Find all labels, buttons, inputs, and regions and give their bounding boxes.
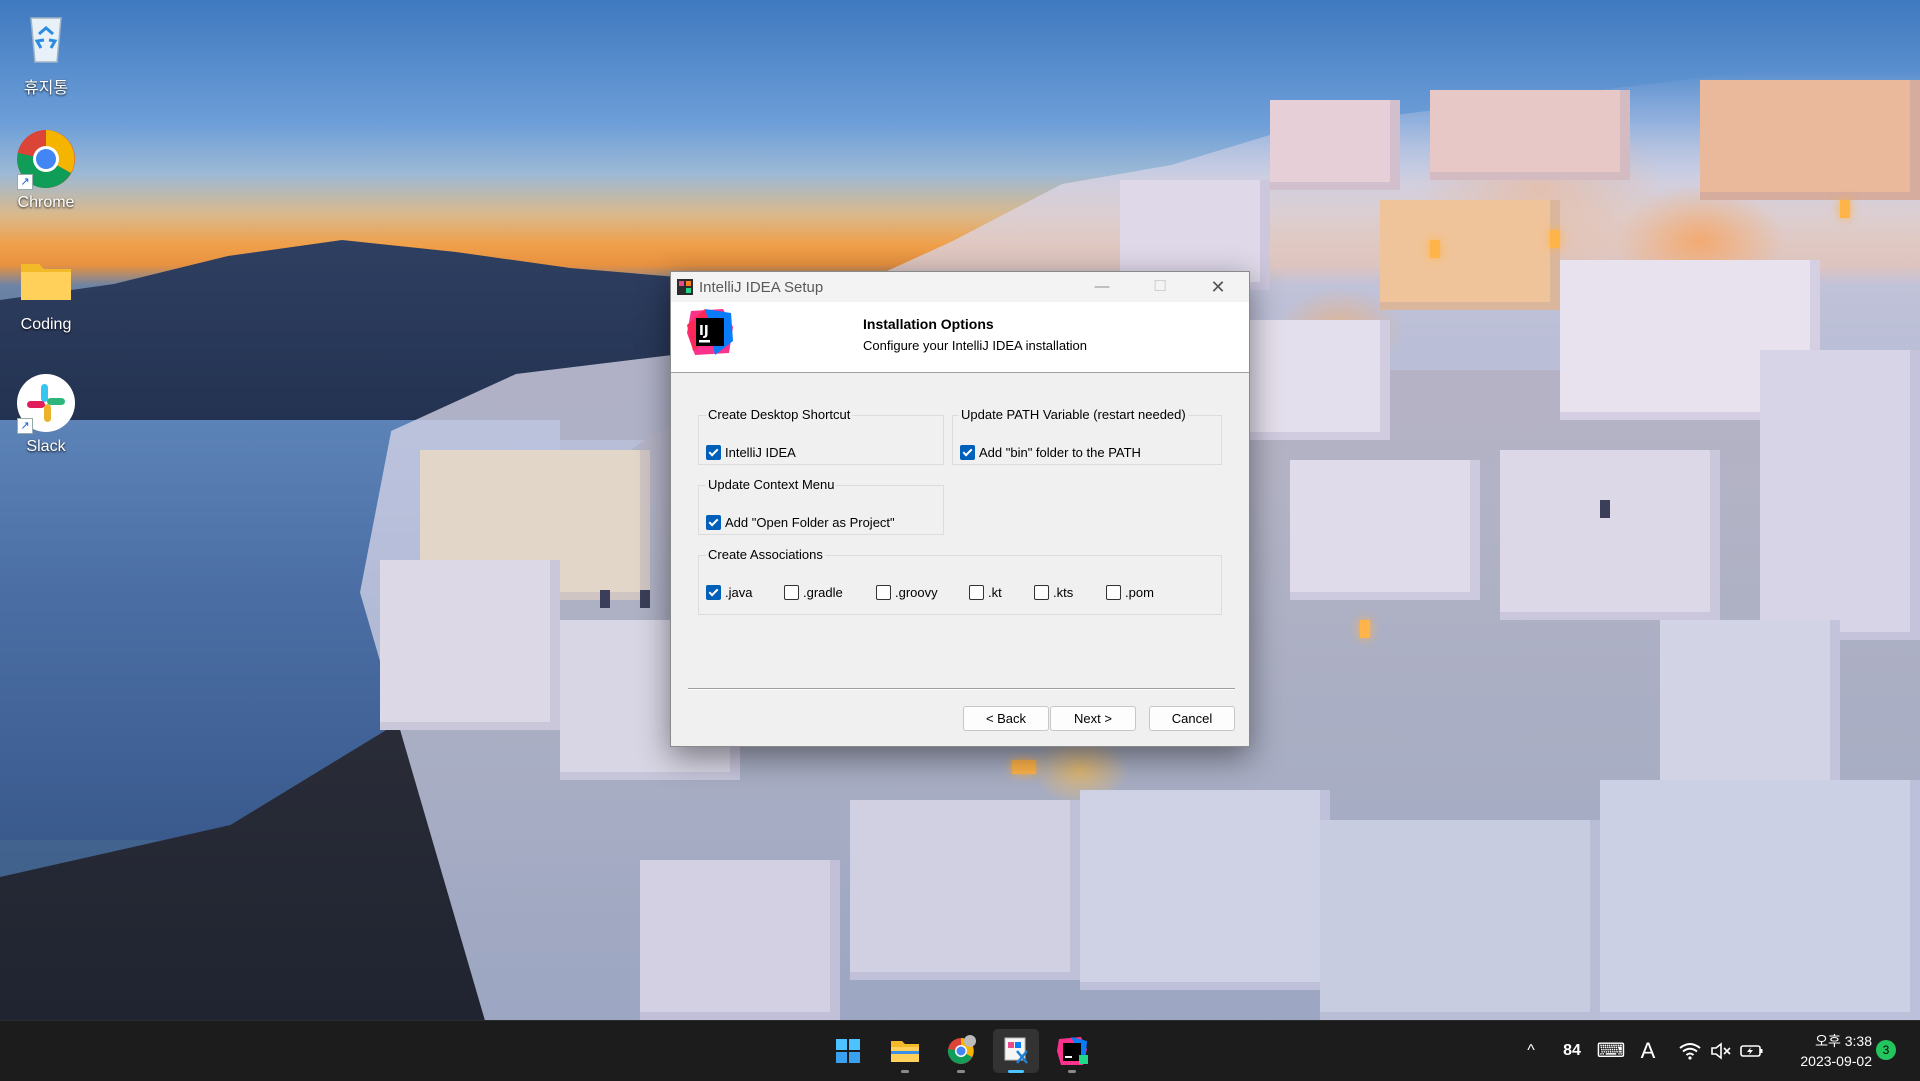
desktop-icon-label: Coding [20, 316, 72, 333]
clock-date: 2023-09-02 [1800, 1053, 1872, 1069]
checkbox-assoc-kt[interactable]: .kt [969, 585, 1002, 600]
back-button[interactable]: < Back [963, 706, 1049, 731]
next-button[interactable]: Next > [1050, 706, 1136, 731]
cancel-button[interactable]: Cancel [1149, 706, 1235, 731]
chrome-icon: ↗ [15, 128, 77, 190]
setup-dialog: IntelliJ IDEA Setup — ☐ ✕ IJ Installatio… [670, 271, 1250, 747]
battery-charging-icon[interactable] [1738, 1021, 1766, 1081]
checkbox-assoc-groovy[interactable]: .groovy [876, 585, 938, 600]
ime-indicator[interactable]: A [1636, 1021, 1660, 1081]
checkbox-checked-icon [706, 585, 721, 600]
desktop-icon-chrome[interactable]: ↗ Chrome [0, 128, 92, 212]
taskbar-file-explorer[interactable] [882, 1029, 928, 1073]
tray-overflow-chevron-icon[interactable]: ^ [1518, 1021, 1544, 1081]
header-title: Installation Options [863, 316, 994, 332]
running-indicator [957, 1070, 965, 1073]
maximize-button[interactable]: ☐ [1131, 272, 1189, 302]
checkbox-checked-icon [960, 445, 975, 460]
folder-icon [15, 250, 77, 312]
window-title: IntelliJ IDEA Setup [699, 279, 824, 296]
slack-icon: ↗ [15, 372, 77, 434]
group-label-path-variable: Update PATH Variable (restart needed) [959, 407, 1188, 422]
footer-separator [688, 688, 1235, 690]
running-indicator [1068, 1070, 1076, 1073]
checkbox-assoc-gradle[interactable]: .gradle [784, 585, 843, 600]
minimize-button[interactable]: — [1073, 272, 1131, 302]
checkbox-open-folder-as-project[interactable]: Add "Open Folder as Project" [706, 515, 895, 530]
start-icon [836, 1039, 860, 1063]
desktop-icon-label: Slack [26, 438, 66, 455]
volume-muted-icon[interactable] [1708, 1021, 1734, 1081]
tray-badge-84[interactable]: 84 [1558, 1021, 1586, 1081]
taskbar: ^ 84 ⌨ A 오후 3:38 2023-09-02 [0, 1020, 1920, 1081]
checkbox-intellij-idea-shortcut[interactable]: IntelliJ IDEA [706, 445, 796, 460]
clock-time: 오후 3:38 [1815, 1033, 1872, 1049]
taskbar-intellij[interactable] [1049, 1029, 1095, 1073]
title-bar[interactable]: IntelliJ IDEA Setup — ☐ ✕ [671, 272, 1249, 302]
running-indicator [901, 1070, 909, 1073]
desktop-icon-slack[interactable]: ↗ Slack [0, 372, 92, 456]
start-button[interactable] [825, 1029, 871, 1073]
checkbox-unchecked-icon [1034, 585, 1049, 600]
checkbox-add-bin-to-path[interactable]: Add "bin" folder to the PATH [960, 445, 1141, 460]
header-subtitle: Configure your IntelliJ IDEA installatio… [863, 338, 1088, 353]
checkbox-assoc-kts[interactable]: .kts [1034, 585, 1073, 600]
checkbox-unchecked-icon [1106, 585, 1121, 600]
checkbox-checked-icon [706, 515, 721, 530]
checkbox-assoc-pom[interactable]: .pom [1106, 585, 1154, 600]
checkbox-checked-icon [706, 445, 721, 460]
desktop-icon-recycle-bin[interactable]: 휴지통 [0, 8, 92, 98]
group-label-context-menu: Update Context Menu [706, 477, 837, 492]
intellij-logo-icon: IJ [685, 307, 735, 357]
file-explorer-icon [891, 1041, 919, 1062]
desktop-icon-label: Chrome [17, 194, 75, 211]
taskbar-snipping-tool[interactable] [993, 1029, 1039, 1073]
group-label-desktop-shortcut: Create Desktop Shortcut [706, 407, 853, 422]
close-button[interactable]: ✕ [1189, 272, 1247, 302]
dialog-header: IJ Installation Options Configure your I… [671, 302, 1249, 373]
checkbox-unchecked-icon [876, 585, 891, 600]
checkbox-unchecked-icon [784, 585, 799, 600]
active-indicator [1008, 1070, 1024, 1073]
checkbox-assoc-java[interactable]: .java [706, 585, 752, 600]
intellij-icon [1057, 1037, 1088, 1065]
desktop-icon-coding-folder[interactable]: Coding [0, 250, 92, 334]
shortcut-arrow-icon: ↗ [17, 174, 33, 190]
checkbox-unchecked-icon [969, 585, 984, 600]
desktop-icon-label: 휴지통 [23, 80, 69, 97]
shortcut-arrow-icon: ↗ [17, 418, 33, 434]
notification-count-badge[interactable]: 3 [1876, 1040, 1896, 1060]
group-label-associations: Create Associations [706, 547, 825, 562]
svg-text:IJ: IJ [699, 324, 709, 339]
clock[interactable]: 오후 3:38 2023-09-02 [1772, 1031, 1872, 1071]
chrome-icon [947, 1035, 976, 1064]
keyboard-icon[interactable]: ⌨ [1596, 1021, 1626, 1081]
taskbar-chrome[interactable] [938, 1029, 984, 1073]
snipping-tool-icon [1004, 1037, 1028, 1064]
installer-app-icon [677, 279, 693, 295]
wifi-icon[interactable] [1676, 1021, 1704, 1081]
recycle-bin-icon [15, 8, 77, 70]
